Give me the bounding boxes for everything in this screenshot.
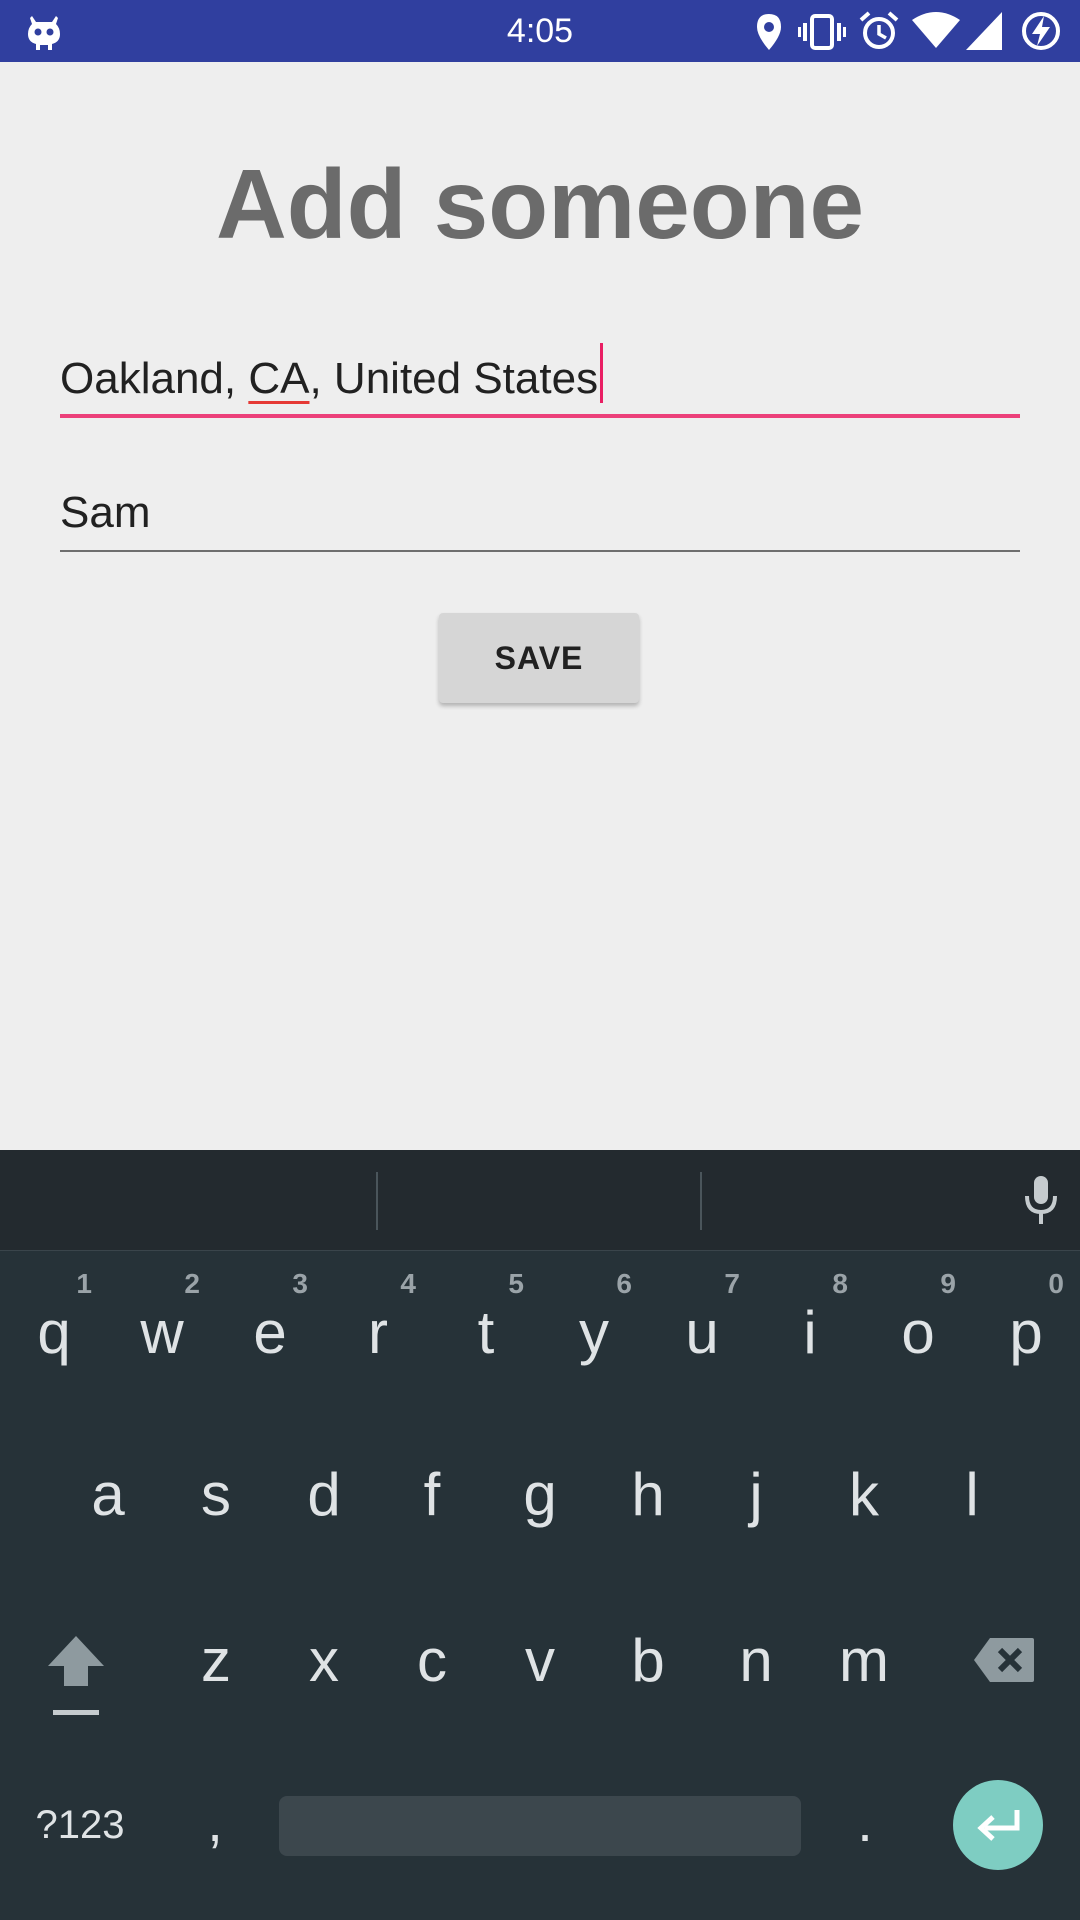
key-label: i xyxy=(803,1299,817,1366)
key-m[interactable]: m xyxy=(810,1578,918,1728)
key-label: y xyxy=(579,1299,609,1366)
key-hint: 7 xyxy=(724,1268,740,1299)
shift-key[interactable] xyxy=(20,1610,130,1730)
key-h[interactable]: h xyxy=(594,1412,702,1562)
screen: 4:05 Add someone Oakland, CA, United Sta… xyxy=(0,0,1080,1920)
key-u[interactable]: 7 u xyxy=(648,1250,756,1400)
shift-icon xyxy=(44,1632,108,1723)
key-label: o xyxy=(901,1299,935,1366)
suggestion-divider xyxy=(376,1172,378,1230)
key-j[interactable]: j xyxy=(702,1412,810,1562)
key-hint: 9 xyxy=(940,1268,956,1299)
backspace-icon xyxy=(972,1636,1036,1689)
key-hint: 0 xyxy=(1048,1268,1064,1299)
status-bar: 4:05 xyxy=(0,0,1080,62)
key-label: b xyxy=(631,1627,665,1694)
key-v[interactable]: v xyxy=(486,1578,594,1728)
suggestion-divider xyxy=(700,1172,702,1230)
key-label: z xyxy=(201,1627,231,1694)
key-label: c xyxy=(417,1627,447,1694)
location-field-underline xyxy=(60,414,1020,418)
enter-key[interactable] xyxy=(953,1780,1043,1870)
location-field[interactable]: Oakland, CA, United States xyxy=(60,340,1020,418)
signal-icon xyxy=(966,12,1002,54)
key-label: s xyxy=(201,1461,231,1528)
location-text-before: Oakland, xyxy=(60,354,249,403)
key-label: n xyxy=(739,1627,773,1694)
key-i[interactable]: 8 i xyxy=(756,1250,864,1400)
key-hint: 4 xyxy=(400,1268,416,1299)
key-hint: 1 xyxy=(76,1268,92,1299)
key-d[interactable]: d xyxy=(270,1412,378,1562)
key-label: m xyxy=(839,1627,889,1694)
key-e[interactable]: 3 e xyxy=(216,1250,324,1400)
location-icon xyxy=(754,12,784,56)
period-key[interactable]: . xyxy=(820,1782,910,1862)
key-hint: 5 xyxy=(508,1268,524,1299)
location-field-text: Oakland, CA, United States xyxy=(60,343,604,404)
key-g[interactable]: g xyxy=(486,1412,594,1562)
key-label: u xyxy=(685,1299,719,1366)
keyboard: 1 q 2 w 3 e 4 r 5 t 6 y 7 u 8 i 9 o 0 p … xyxy=(0,1150,1080,1920)
key-w[interactable]: 2 w xyxy=(108,1250,216,1400)
key-label: l xyxy=(965,1461,979,1528)
comma-key[interactable]: , xyxy=(170,1782,260,1862)
text-cursor xyxy=(600,343,604,403)
key-label: a xyxy=(91,1461,125,1528)
key-x[interactable]: x xyxy=(270,1578,378,1728)
key-hint: 8 xyxy=(832,1268,848,1299)
page-title: Add someone xyxy=(216,149,864,259)
key-label: d xyxy=(307,1461,341,1528)
key-o[interactable]: 9 o xyxy=(864,1250,972,1400)
key-y[interactable]: 6 y xyxy=(540,1250,648,1400)
key-label: h xyxy=(631,1461,665,1528)
key-s[interactable]: s xyxy=(162,1412,270,1562)
key-hint: 2 xyxy=(184,1268,200,1299)
symbols-key[interactable]: ?123 xyxy=(14,1790,146,1860)
key-label: e xyxy=(253,1299,287,1366)
space-bar[interactable] xyxy=(279,1796,801,1856)
key-hint: 6 xyxy=(616,1268,632,1299)
battery-charging-icon xyxy=(1020,10,1062,56)
name-field-underline xyxy=(60,550,1020,552)
microphone-icon[interactable] xyxy=(1024,1174,1058,1231)
key-z[interactable]: z xyxy=(162,1578,270,1728)
key-t[interactable]: 5 t xyxy=(432,1250,540,1400)
key-label: g xyxy=(523,1461,557,1528)
location-text-misspelled: CA xyxy=(248,354,310,403)
alarm-icon xyxy=(858,10,900,56)
key-n[interactable]: n xyxy=(702,1578,810,1728)
key-r[interactable]: 4 r xyxy=(324,1250,432,1400)
key-q[interactable]: 1 q xyxy=(0,1250,108,1400)
key-label: w xyxy=(140,1299,184,1366)
key-label: t xyxy=(477,1299,495,1366)
wifi-icon xyxy=(912,12,960,54)
key-a[interactable]: a xyxy=(54,1412,162,1562)
backspace-key[interactable] xyxy=(950,1610,1060,1720)
key-label: v xyxy=(525,1627,555,1694)
key-label: k xyxy=(849,1461,879,1528)
enter-icon xyxy=(975,1806,1023,1849)
key-label: j xyxy=(749,1461,763,1528)
key-label: x xyxy=(309,1627,339,1694)
key-p[interactable]: 0 p xyxy=(972,1250,1080,1400)
vibrate-icon xyxy=(798,12,846,56)
key-c[interactable]: c xyxy=(378,1578,486,1728)
key-b[interactable]: b xyxy=(594,1578,702,1728)
key-label: p xyxy=(1009,1299,1043,1366)
key-label: r xyxy=(368,1299,388,1366)
name-field[interactable]: Sam xyxy=(60,476,1020,552)
name-field-text: Sam xyxy=(60,488,151,537)
save-button[interactable]: SAVE xyxy=(439,613,639,703)
key-hint: 3 xyxy=(292,1268,308,1299)
key-label: q xyxy=(37,1299,71,1366)
key-label: f xyxy=(423,1461,441,1528)
suggestion-strip xyxy=(0,1150,1080,1251)
location-text-after: , United States xyxy=(309,354,599,403)
key-k[interactable]: k xyxy=(810,1412,918,1562)
key-f[interactable]: f xyxy=(378,1412,486,1562)
key-l[interactable]: l xyxy=(918,1412,1026,1562)
